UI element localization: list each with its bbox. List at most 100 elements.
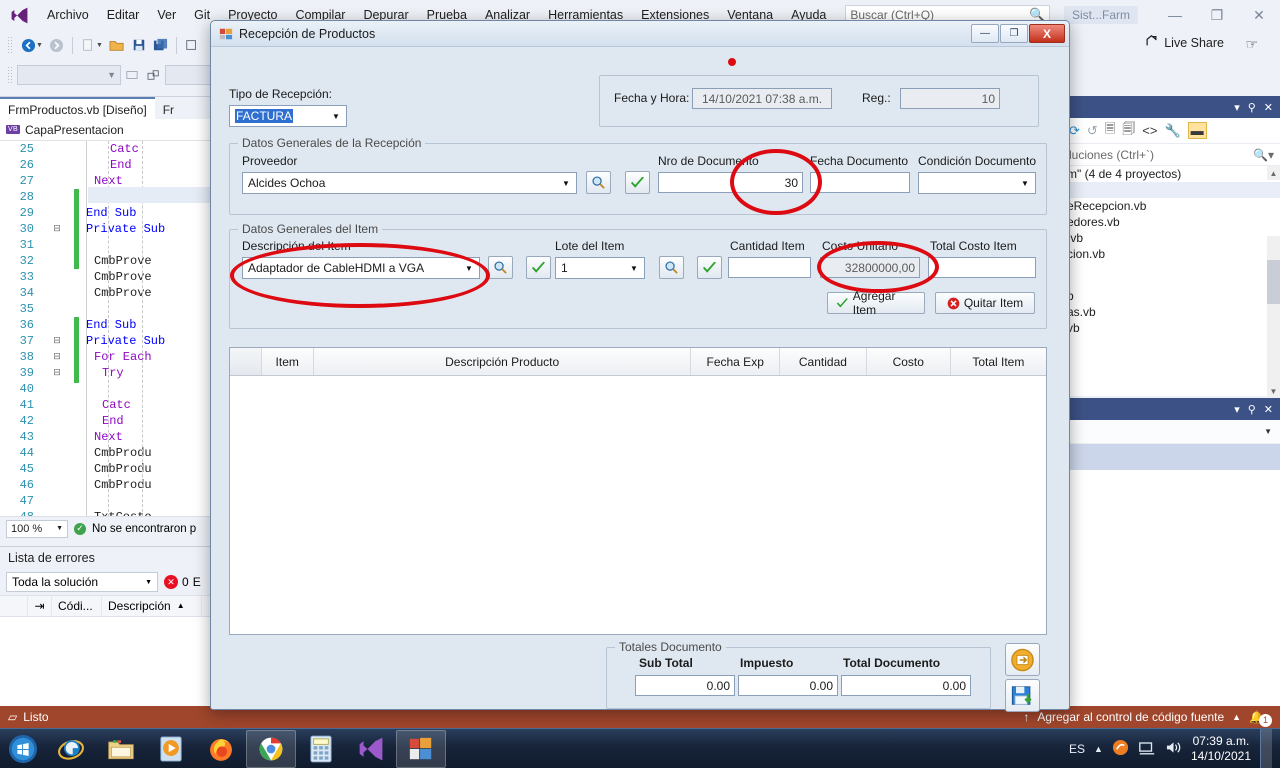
- fecha-hora-field[interactable]: [692, 88, 832, 109]
- buscar-item-button[interactable]: [488, 256, 513, 279]
- fold-toggle-icon[interactable]: ⊟: [50, 336, 64, 346]
- ide-restore-button[interactable]: ❐: [1196, 0, 1238, 30]
- align-icon[interactable]: [121, 64, 143, 86]
- tipo-recepcion-combo[interactable]: FACTURA ▼: [229, 105, 347, 127]
- properties-object-combo[interactable]: ▼: [1063, 420, 1280, 444]
- list-item[interactable]: .vb: [1063, 230, 1280, 246]
- dialog-maximize-button[interactable]: ❐: [1000, 24, 1028, 43]
- code-text-area[interactable]: 25 Catc 26 End 27 Next 28 29 End Sub 30 ⊟ Private S…: [0, 141, 218, 537]
- taskbar-calculator[interactable]: [296, 730, 346, 768]
- guardar-button[interactable]: [1005, 679, 1040, 712]
- start-button[interactable]: [0, 729, 46, 768]
- dialog-close-button[interactable]: X: [1029, 24, 1065, 43]
- descripcion-item-combo[interactable]: Adaptador de CableHDMI a VGA ▼: [242, 257, 480, 279]
- layout-toolbar-grip[interactable]: [7, 66, 14, 84]
- toolbar-grip[interactable]: [7, 36, 14, 54]
- tray-network-icon[interactable]: [1138, 740, 1156, 758]
- save-all-icon[interactable]: [150, 34, 172, 56]
- properties-icon[interactable]: 🔧: [1164, 123, 1180, 139]
- taskbar-firefox[interactable]: [196, 730, 246, 768]
- list-item[interactable]: cion.vb: [1063, 246, 1280, 262]
- error-col-descripcion[interactable]: Descripción ▲: [102, 595, 202, 617]
- pin-icon[interactable]: ⚲: [1248, 403, 1256, 416]
- navigate-back-dropdown-icon[interactable]: ▼: [36, 42, 43, 49]
- grid-col-costo[interactable]: Costo: [867, 348, 951, 375]
- grid-col-item[interactable]: Item: [262, 348, 314, 375]
- properties-pages-icon[interactable]: 🗐: [1122, 120, 1135, 142]
- solution-explorer-search[interactable]: luciones (Ctrl+`) 🔍▾: [1063, 144, 1280, 166]
- confirmar-proveedor-button[interactable]: [625, 171, 650, 194]
- fold-toggle-icon[interactable]: ⊟: [50, 368, 64, 378]
- scroll-up-arrow[interactable]: ▲: [1267, 166, 1280, 180]
- dialog-minimize-button[interactable]: —: [971, 24, 999, 43]
- cantidad-item-field[interactable]: [728, 257, 811, 278]
- grid-col-total-item[interactable]: Total Item: [951, 348, 1046, 375]
- menu-ver[interactable]: Ver: [148, 0, 185, 30]
- error-count-badge[interactable]: ✕ 0 E: [164, 575, 201, 589]
- buscar-lote-button[interactable]: [659, 256, 684, 279]
- live-share-button[interactable]: Live Share: [1144, 34, 1224, 51]
- impuesto-field[interactable]: [738, 675, 838, 696]
- error-scope-combo[interactable]: Toda la solución ▼: [6, 572, 158, 592]
- menu-editar[interactable]: Editar: [98, 0, 149, 30]
- quitar-item-button[interactable]: Quitar Item: [935, 292, 1035, 314]
- close-icon[interactable]: ✕: [1264, 101, 1273, 114]
- preview-selected-items-icon[interactable]: ▬: [1187, 122, 1207, 139]
- condicion-documento-combo[interactable]: ▼: [918, 172, 1036, 194]
- open-file-icon[interactable]: [106, 34, 128, 56]
- layout-combo[interactable]: ▼: [17, 65, 121, 85]
- error-col-filter-icon[interactable]: ⇥: [28, 595, 52, 617]
- taskbar-internet-explorer[interactable]: [46, 730, 96, 768]
- fecha-documento-field[interactable]: [810, 172, 910, 193]
- buscar-proveedor-button[interactable]: [586, 171, 611, 194]
- solution-tree[interactable]: m" (4 de 4 proyectos) eRecepcion.vb edore…: [1063, 166, 1280, 466]
- taskbar-clock[interactable]: 07:39 a.m. 14/10/2021: [1191, 734, 1251, 764]
- nro-documento-field[interactable]: [658, 172, 803, 193]
- solution-selected-node[interactable]: [1063, 182, 1280, 198]
- total-costo-item-field[interactable]: [928, 257, 1036, 278]
- confirmar-lote-button[interactable]: [697, 256, 722, 279]
- solution-root-node[interactable]: m" (4 de 4 proyectos): [1063, 166, 1280, 182]
- total-documento-field[interactable]: [841, 675, 971, 696]
- taskbar-chrome[interactable]: [246, 729, 296, 768]
- grid-col-descripcion[interactable]: Descripción Producto: [314, 348, 692, 375]
- tray-volume-icon[interactable]: [1165, 740, 1182, 758]
- ide-close-button[interactable]: ✕: [1238, 0, 1280, 30]
- error-col-codigo[interactable]: Códi...: [52, 595, 102, 617]
- show-hidden-icons-arrow[interactable]: ▲: [1094, 744, 1103, 754]
- fold-toggle-icon[interactable]: ⊟: [50, 224, 64, 234]
- show-all-files-icon[interactable]: 🗏: [1105, 120, 1115, 142]
- costo-unitario-field[interactable]: [820, 257, 920, 278]
- list-item[interactable]: as.vb: [1063, 304, 1280, 320]
- items-grid[interactable]: Item Descripción Producto Fecha Exp Cant…: [229, 347, 1047, 635]
- new-file-dropdown-icon[interactable]: ▼: [96, 42, 103, 49]
- list-item[interactable]: eRecepcion.vb: [1063, 198, 1280, 214]
- scrollbar-thumb[interactable]: [1267, 260, 1280, 304]
- sub-total-field[interactable]: [635, 675, 735, 696]
- scroll-down-arrow[interactable]: ▼: [1267, 384, 1280, 398]
- menu-archivo[interactable]: Archivo: [38, 0, 98, 30]
- taskbar-media-player[interactable]: [146, 730, 196, 768]
- taskbar-file-explorer[interactable]: [96, 730, 146, 768]
- view-code-icon[interactable]: <>: [1142, 123, 1157, 138]
- list-item[interactable]: b: [1063, 288, 1280, 304]
- undo-icon[interactable]: [181, 34, 203, 56]
- pin-icon[interactable]: ⚲: [1248, 101, 1256, 114]
- navigate-forward-icon[interactable]: [46, 34, 68, 56]
- editor-zoom-combo[interactable]: 100 % ▼: [6, 519, 68, 538]
- agregar-item-button[interactable]: Agregar Item: [827, 289, 925, 317]
- dialog-titlebar[interactable]: Recepción de Productos — ❐ X: [211, 21, 1069, 47]
- list-item[interactable]: vb: [1063, 320, 1280, 336]
- feedback-icon[interactable]: ☞: [1245, 36, 1258, 53]
- tray-update-icon[interactable]: [1112, 739, 1129, 759]
- save-icon[interactable]: [128, 34, 150, 56]
- tab-other[interactable]: Fr: [154, 97, 183, 119]
- grid-col-cantidad[interactable]: Cantidad: [780, 348, 867, 375]
- proveedor-combo[interactable]: Alcides Ochoa ▼: [242, 172, 577, 194]
- confirmar-item-button[interactable]: [526, 256, 551, 279]
- taskbar-winforms-app[interactable]: [396, 729, 446, 768]
- list-item[interactable]: edores.vb: [1063, 214, 1280, 230]
- list-item[interactable]: [1063, 262, 1280, 288]
- tray-language[interactable]: ES: [1069, 742, 1085, 756]
- resize-icon[interactable]: [143, 64, 165, 86]
